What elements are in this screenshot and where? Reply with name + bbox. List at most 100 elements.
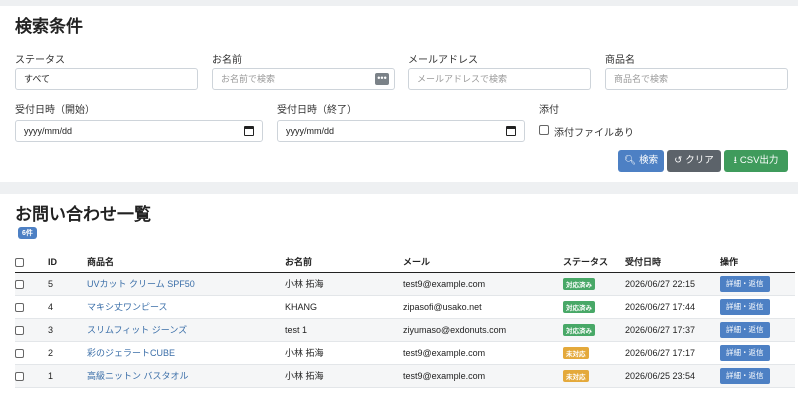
row-select-cell	[15, 364, 48, 388]
name-input[interactable]: お名前で検索 •••	[212, 68, 395, 90]
search-panel: 検索条件 ステータス すべて お名前 お名前で検索 ••• メールアドレス メー…	[0, 6, 798, 182]
status-badge: 対応済み	[563, 323, 595, 336]
row-select-cell	[15, 295, 48, 319]
row-name: KHANG	[285, 295, 403, 319]
date-to-value: yyyy/mm/dd	[286, 126, 335, 136]
row-checkbox[interactable]	[15, 325, 24, 335]
table-row: 1 高級ニットン バスタオル 小林 拓海 test9@example.com 未…	[15, 364, 795, 388]
status-select[interactable]: すべて	[15, 68, 198, 90]
row-id: 4	[48, 295, 87, 319]
col-product[interactable]: 商品名	[87, 252, 285, 273]
status-badge: 対応済み	[563, 300, 595, 313]
row-name: 小林 拓海	[285, 272, 403, 296]
detail-reply-button[interactable]: 詳細・返信	[720, 298, 770, 315]
date-from-label: 受付日時（開始）	[15, 105, 95, 116]
row-product-link[interactable]: UVカット クリーム SPF50	[87, 279, 195, 289]
date-to-input[interactable]: yyyy/mm/dd	[277, 120, 525, 142]
row-email: test9@example.com	[403, 272, 563, 296]
attachment-checkbox-label[interactable]: 添付ファイルあり	[554, 124, 634, 139]
select-all-cell	[15, 252, 48, 273]
row-name: 小林 拓海	[285, 341, 403, 365]
row-action-cell: 詳細・返信	[720, 295, 795, 319]
row-checkbox[interactable]	[15, 348, 24, 358]
row-id: 5	[48, 272, 87, 296]
detail-reply-button[interactable]: 詳細・返信	[720, 344, 770, 361]
select-all-checkbox[interactable]	[15, 257, 24, 267]
name-placeholder: お名前で検索	[221, 74, 276, 84]
col-status[interactable]: ステータス	[563, 252, 625, 273]
date-to-label: 受付日時（終了）	[277, 105, 357, 116]
table-row: 2 彩のジェラートCUBE 小林 拓海 test9@example.com 未対…	[15, 341, 795, 365]
calendar-icon[interactable]	[506, 126, 516, 136]
row-date: 2026/06/27 22:15	[625, 272, 720, 296]
row-action-cell: 詳細・返信	[720, 318, 795, 342]
row-email: zipasofi@usako.net	[403, 295, 563, 319]
table-header-row: ID 商品名 お名前 メール ステータス 受付日時 操作	[15, 252, 795, 273]
row-product-cell: 彩のジェラートCUBE	[87, 341, 285, 365]
detail-reply-button[interactable]: 詳細・返信	[720, 367, 770, 384]
status-badge: 未対応	[563, 369, 589, 382]
list-title: お問い合わせ一覧	[15, 205, 151, 224]
row-product-cell: スリムフィット ジーンズ	[87, 318, 285, 342]
col-id[interactable]: ID	[48, 252, 87, 273]
download-icon: ⭳	[733, 155, 737, 166]
row-checkbox[interactable]	[15, 371, 24, 381]
reset-icon: ↺	[674, 155, 683, 166]
status-badge: 未対応	[563, 346, 589, 359]
email-input[interactable]: メールアドレスで検索	[408, 68, 591, 90]
search-icon: 🔍︎	[624, 155, 637, 166]
col-email[interactable]: メール	[403, 252, 563, 273]
row-product-link[interactable]: 高級ニットン バスタオル	[87, 371, 189, 381]
row-status-cell: 対応済み	[563, 272, 625, 296]
row-id: 2	[48, 341, 87, 365]
col-name[interactable]: お名前	[285, 252, 403, 273]
name-label: お名前	[212, 55, 242, 66]
row-id: 3	[48, 318, 87, 342]
row-product-link[interactable]: 彩のジェラートCUBE	[87, 348, 175, 358]
search-title: 検索条件	[15, 17, 83, 36]
inquiry-table: ID 商品名 お名前 メール ステータス 受付日時 操作 5 UVカット クリー…	[15, 252, 795, 388]
row-product-cell: マキシ丈ワンピース	[87, 295, 285, 319]
detail-reply-button[interactable]: 詳細・返信	[720, 321, 770, 338]
search-button[interactable]: 🔍︎ 検索	[618, 150, 664, 172]
date-from-value: yyyy/mm/dd	[24, 126, 73, 136]
row-action-cell: 詳細・返信	[720, 272, 795, 296]
csv-export-button[interactable]: ⭳ CSV出力	[724, 150, 788, 172]
status-badge: 対応済み	[563, 277, 595, 290]
calendar-icon[interactable]	[244, 126, 254, 136]
col-date[interactable]: 受付日時	[625, 252, 720, 273]
row-action-cell: 詳細・返信	[720, 341, 795, 365]
attachment-checkbox[interactable]	[539, 125, 549, 135]
row-email: test9@example.com	[403, 364, 563, 388]
table-row: 5 UVカット クリーム SPF50 小林 拓海 test9@example.c…	[15, 272, 795, 296]
name-picker-button[interactable]: •••	[375, 73, 389, 85]
row-status-cell: 未対応	[563, 341, 625, 365]
date-from-input[interactable]: yyyy/mm/dd	[15, 120, 263, 142]
detail-reply-button[interactable]: 詳細・返信	[720, 275, 770, 292]
clear-button[interactable]: ↺ クリア	[667, 150, 721, 172]
row-product-link[interactable]: スリムフィット ジーンズ	[87, 325, 187, 335]
row-date: 2026/06/25 23:54	[625, 364, 720, 388]
row-name: test 1	[285, 318, 403, 342]
row-status-cell: 未対応	[563, 364, 625, 388]
row-email: ziyumaso@exdonuts.com	[403, 318, 563, 342]
email-label: メールアドレス	[408, 55, 478, 66]
row-product-link[interactable]: マキシ丈ワンピース	[87, 302, 168, 312]
row-checkbox[interactable]	[15, 279, 24, 289]
row-email: test9@example.com	[403, 341, 563, 365]
row-date: 2026/06/27 17:37	[625, 318, 720, 342]
row-status-cell: 対応済み	[563, 295, 625, 319]
count-badge: 6件	[18, 227, 37, 239]
status-label: ステータス	[15, 55, 65, 66]
row-checkbox[interactable]	[15, 302, 24, 312]
row-product-cell: 高級ニットン バスタオル	[87, 364, 285, 388]
row-date: 2026/06/27 17:17	[625, 341, 720, 365]
row-action-cell: 詳細・返信	[720, 364, 795, 388]
product-label: 商品名	[605, 55, 635, 66]
inquiry-list-panel: お問い合わせ一覧 6件 ID 商品名 お名前 メール ステータス 受付日時 操作…	[0, 194, 798, 409]
row-select-cell	[15, 318, 48, 342]
row-select-cell	[15, 272, 48, 296]
attachment-label: 添付	[539, 105, 559, 116]
col-action: 操作	[720, 252, 795, 273]
product-input[interactable]: 商品名で検索	[605, 68, 788, 90]
